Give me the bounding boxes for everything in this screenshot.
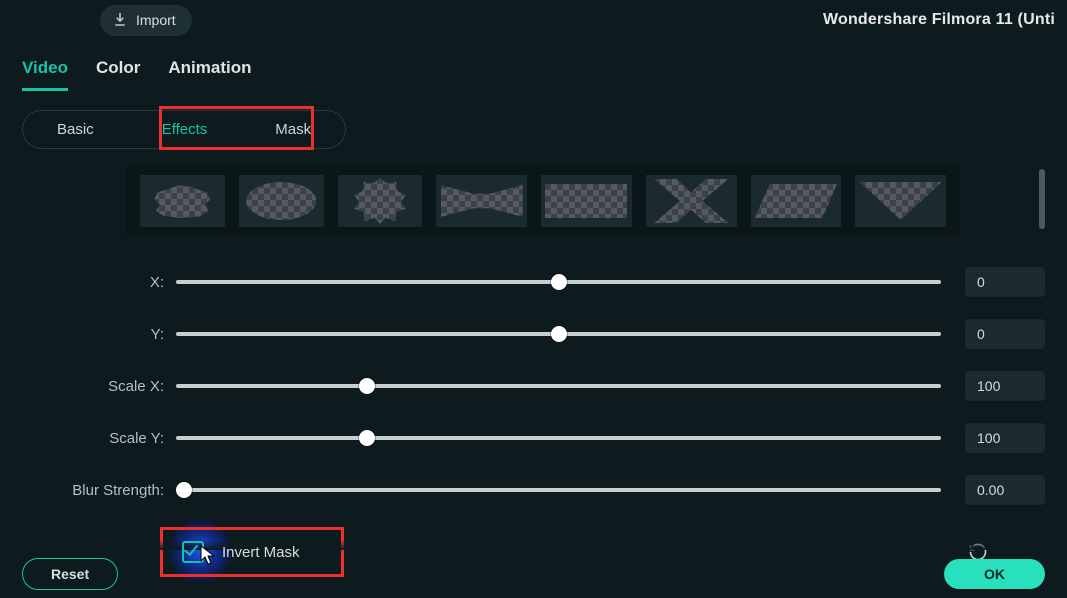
slider-scale-y-value[interactable]: 100 (965, 423, 1045, 453)
app-title: Wondershare Filmora 11 (Unti (823, 11, 1055, 29)
mask-shape-parallelogram[interactable] (751, 175, 842, 227)
mask-shape-rect[interactable] (541, 175, 632, 227)
slider-blur-label: Blur Strength: (22, 482, 176, 499)
mask-shape-bowtie[interactable] (436, 175, 527, 227)
invert-mask-label: Invert Mask (222, 544, 300, 561)
slider-y[interactable] (176, 332, 941, 336)
import-icon (112, 11, 128, 30)
slider-blur[interactable] (176, 488, 941, 492)
shape-scrollbar[interactable] (1039, 169, 1045, 229)
tab-color[interactable]: Color (96, 58, 140, 91)
mask-shape-cloud[interactable] (140, 175, 225, 227)
subtab-mask[interactable]: Mask (241, 111, 345, 148)
tab-animation[interactable]: Animation (168, 58, 251, 91)
slider-scale-x[interactable] (176, 384, 941, 388)
subtab-row: Basic Effects Mask (22, 110, 346, 149)
import-button[interactable]: Import (100, 5, 192, 36)
slider-scale-y[interactable] (176, 436, 941, 440)
slider-scale-x-label: Scale X: (22, 378, 176, 395)
invert-mask-checkbox[interactable] (182, 541, 204, 563)
slider-x-label: X: (22, 274, 176, 291)
reset-button[interactable]: Reset (22, 558, 118, 590)
ok-button[interactable]: OK (944, 559, 1045, 589)
slider-y-value[interactable]: 0 (965, 319, 1045, 349)
slider-y-label: Y: (22, 326, 176, 343)
subtab-basic[interactable]: Basic (23, 111, 128, 148)
mask-shape-row (126, 165, 960, 237)
mask-shape-ellipse[interactable] (239, 175, 324, 227)
slider-x-value[interactable]: 0 (965, 267, 1045, 297)
slider-x[interactable] (176, 280, 941, 284)
import-label: Import (136, 12, 176, 28)
tab-video[interactable]: Video (22, 58, 68, 91)
mask-shape-triangle[interactable] (855, 175, 946, 227)
subtab-effects[interactable]: Effects (128, 111, 242, 148)
slider-blur-value[interactable]: 0.00 (965, 475, 1045, 505)
slider-scale-x-value[interactable]: 100 (965, 371, 1045, 401)
mask-shape-x[interactable] (646, 175, 737, 227)
mask-shape-flower[interactable] (338, 175, 423, 227)
slider-scale-y-label: Scale Y: (22, 430, 176, 447)
